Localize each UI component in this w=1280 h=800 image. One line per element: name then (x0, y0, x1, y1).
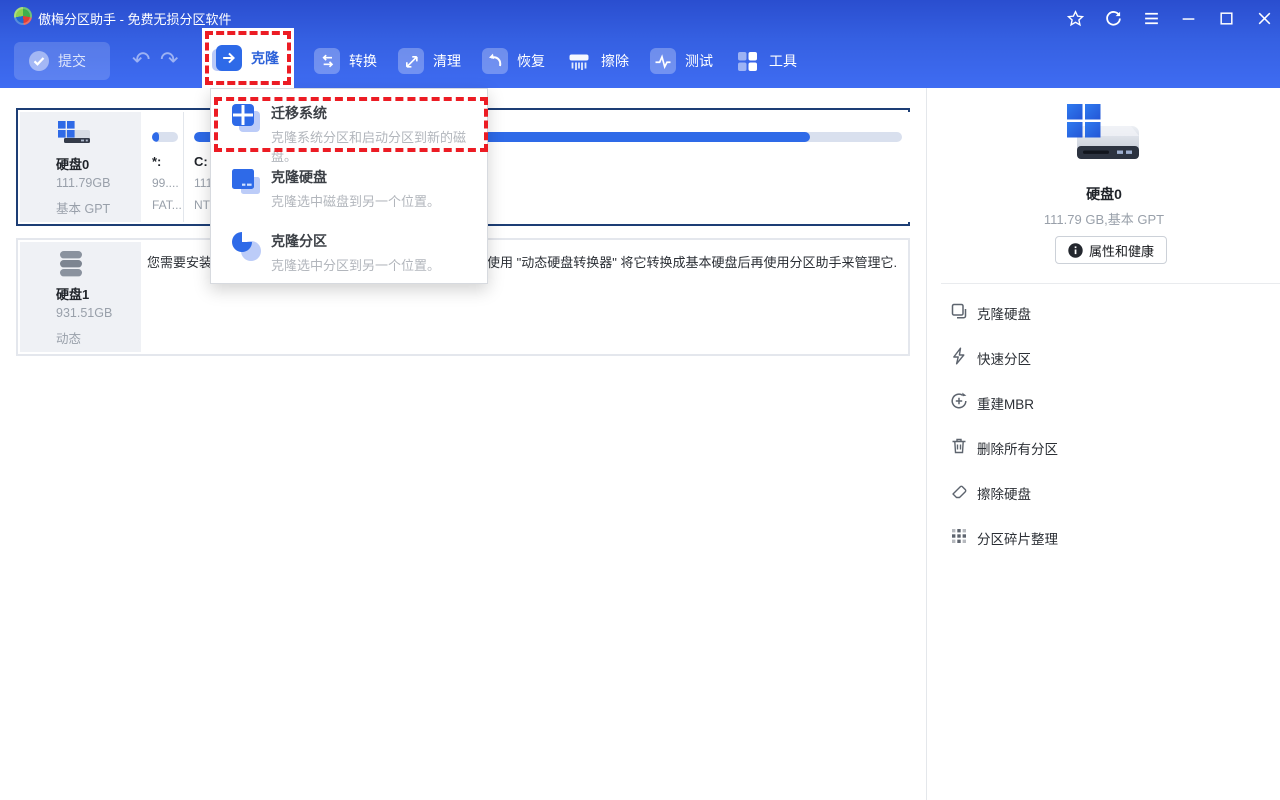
menu-item-desc: 克隆选中磁盘到另一个位置。 (271, 191, 440, 210)
eraser-icon (949, 481, 969, 501)
sidebar-item-label: 快速分区 (977, 348, 1031, 368)
refresh-icon[interactable] (1104, 9, 1122, 27)
sidebar-item-label: 擦除硬盘 (977, 483, 1031, 503)
dynamic-disk-message-left: 您需要安装 (147, 252, 212, 271)
sidebar-item-label: 删除所有分区 (977, 438, 1058, 458)
partition0-fs: FAT... (152, 198, 182, 212)
toolbar-item-erase[interactable]: 擦除 (566, 47, 629, 75)
close-button[interactable] (1255, 9, 1273, 27)
trash-icon (949, 436, 969, 456)
clone-dropdown-menu: 迁移系统 克隆系统分区和启动分区到新的磁盘。 克隆硬盘 克隆选中磁盘到另一个位置… (210, 88, 488, 284)
app-window: 傲梅分区助手 - 免费无损分区软件 提交 ↶ ↷ (0, 0, 1280, 800)
grid-squares-icon (734, 48, 760, 74)
toolbar-item-clean[interactable]: 清理 (398, 47, 461, 75)
menu-item-title: 克隆分区 (271, 231, 327, 251)
rebuild-circle-plus-icon (949, 391, 969, 411)
shredder-icon (566, 48, 592, 74)
disk0-info-block[interactable]: 硬盘0 111.79GB 基本 GPT (20, 112, 141, 222)
sidebar-item-quick-partition[interactable]: 快速分区 (927, 341, 1280, 373)
sidebar-item-partition-defrag[interactable]: 分区碎片整理 (927, 521, 1280, 553)
dynamic-disk-message-right: 使用 "动态硬盘转换器" 将它转换成基本硬盘后再使用分区助手来管理它. (487, 252, 897, 271)
defrag-dots-icon (949, 526, 969, 546)
toolbar-label: 测试 (685, 51, 713, 71)
toolbar-label: 清理 (433, 51, 461, 71)
copy-icon (949, 301, 969, 321)
disk1-dynamic-icon (56, 250, 86, 278)
sidebar-item-rebuild-mbr[interactable]: 重建MBR (927, 386, 1280, 418)
toolbar-item-test[interactable]: 测试 (650, 47, 713, 75)
favorite-star-icon[interactable] (1066, 9, 1084, 27)
menu-item-clone-partition[interactable]: 克隆分区 克隆选中分区到另一个位置。 (211, 223, 487, 285)
toolbar-label: 克隆 (251, 48, 279, 68)
right-sidebar: 硬盘0 111.79 GB,基本 GPT 属性和健康 克隆硬盘 快速分区 (926, 88, 1280, 800)
app-logo-icon (14, 7, 32, 25)
migrate-system-icon (229, 101, 263, 135)
clone-arrow-icon (216, 45, 242, 71)
menu-item-desc: 克隆选中分区到另一个位置。 (271, 255, 440, 274)
toolbar-label: 擦除 (601, 51, 629, 71)
toolbar-item-tools[interactable]: 工具 (734, 47, 797, 75)
properties-health-button[interactable]: 属性和健康 (1055, 236, 1167, 264)
disk0-name: 硬盘0 (56, 154, 89, 173)
sidebar-item-wipe-disk[interactable]: 擦除硬盘 (927, 476, 1280, 508)
check-circle-icon (28, 50, 50, 72)
menu-item-clone-disk[interactable]: 克隆硬盘 克隆选中磁盘到另一个位置。 (211, 159, 487, 221)
sidebar-item-label: 分区碎片整理 (977, 528, 1058, 548)
toolbar-label: 转换 (349, 51, 377, 71)
sidebar-disk-info: 111.79 GB,基本 GPT (927, 209, 1280, 228)
partition1-label: C: (194, 154, 208, 169)
sidebar-item-delete-all-partitions[interactable]: 删除所有分区 (927, 431, 1280, 463)
redo-icon[interactable]: ↷ (160, 46, 178, 74)
clean-diagonal-arrow-icon (398, 48, 424, 74)
menu-item-title: 迁移系统 (271, 103, 327, 123)
toolbar-item-recover[interactable]: 恢复 (482, 47, 545, 75)
clone-partition-icon (229, 229, 263, 263)
menu-icon[interactable] (1142, 9, 1160, 27)
lightning-icon (949, 346, 969, 366)
pulse-icon (650, 48, 676, 74)
disk0-icon (56, 120, 92, 148)
minimize-button[interactable] (1179, 9, 1197, 27)
partition0-label: *: (152, 154, 161, 169)
toolbar-label: 恢复 (517, 51, 545, 71)
sidebar-divider (941, 283, 1280, 284)
disk1-info-block[interactable]: 硬盘1 931.51GB 动态 (20, 242, 141, 352)
menu-item-title: 克隆硬盘 (271, 167, 327, 187)
window-title: 傲梅分区助手 - 免费无损分区软件 (38, 9, 232, 28)
header: 傲梅分区助手 - 免费无损分区软件 提交 ↶ ↷ (0, 0, 1280, 88)
maximize-button[interactable] (1217, 9, 1235, 27)
toolbar-item-clone-active[interactable]: 克隆 (202, 28, 294, 88)
submit-label: 提交 (58, 51, 86, 71)
convert-swap-icon (314, 48, 340, 74)
sidebar-item-clone-disk[interactable]: 克隆硬盘 (927, 296, 1280, 328)
undo-icon[interactable]: ↶ (132, 46, 150, 74)
disk1-type: 动态 (56, 328, 81, 347)
selected-disk-icon (1059, 102, 1149, 166)
sidebar-disk-name: 硬盘0 (927, 184, 1280, 204)
sidebar-item-label: 克隆硬盘 (977, 303, 1031, 323)
properties-health-label: 属性和健康 (1089, 241, 1154, 260)
sidebar-item-label: 重建MBR (977, 393, 1034, 413)
disk0-size: 111.79GB (56, 176, 110, 190)
partition1-fs: NT (194, 198, 210, 212)
menu-item-migrate-system[interactable]: 迁移系统 克隆系统分区和启动分区到新的磁盘。 (211, 95, 487, 157)
disk1-name: 硬盘1 (56, 284, 89, 303)
toolbar-item-convert[interactable]: 转换 (314, 47, 377, 75)
submit-button[interactable]: 提交 (14, 42, 110, 80)
toolbar-label: 工具 (769, 51, 797, 71)
clone-disk-icon (229, 165, 263, 199)
partition0-size: 99.... (152, 176, 179, 190)
partition-cell-0[interactable]: *: 99.... FAT... (144, 112, 184, 222)
disk0-type: 基本 GPT (56, 198, 110, 217)
info-icon (1068, 243, 1083, 258)
recover-curved-arrow-icon (482, 48, 508, 74)
disk1-size: 931.51GB (56, 306, 112, 320)
